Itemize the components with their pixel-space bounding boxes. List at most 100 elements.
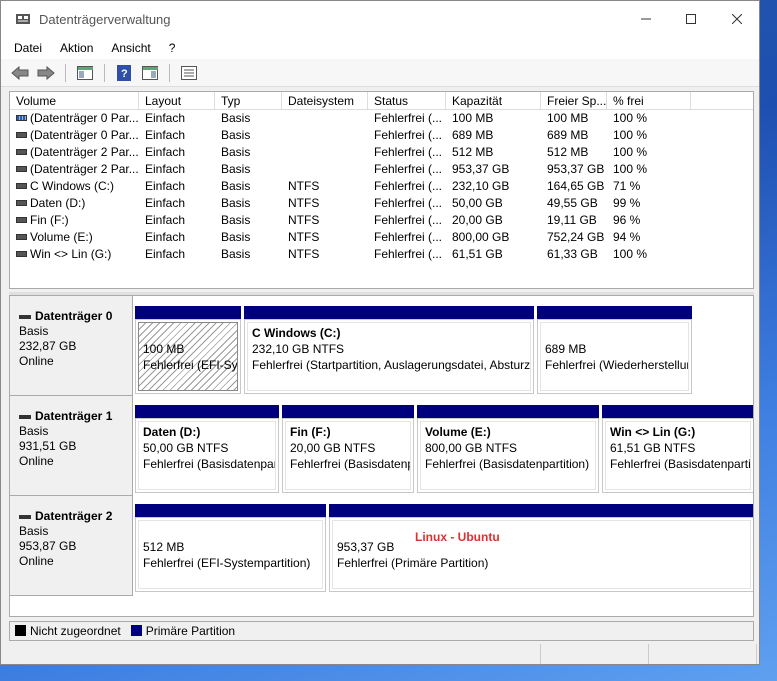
disk-label[interactable]: Datenträger 0 Basis 232,87 GB Online (10, 296, 133, 396)
table-row[interactable]: (Datenträger 0 Par... Einfach Basis Fehl… (10, 127, 753, 144)
disk-label[interactable]: Datenträger 2 Basis 953,87 GB Online (10, 496, 133, 596)
partition-block[interactable]: Volume (E:) 800,00 GB NTFS Fehlerfrei (B… (417, 405, 599, 493)
type-cell: Basis (221, 128, 251, 142)
view-button[interactable] (178, 62, 200, 84)
maximize-button[interactable] (668, 1, 714, 37)
table-row[interactable]: (Datenträger 2 Par... Einfach Basis Fehl… (10, 161, 753, 178)
volume-name: (Datenträger 2 Par... (30, 162, 139, 176)
free-space-cell: 953,37 GB (547, 162, 605, 176)
column-header-type[interactable]: Typ (215, 92, 282, 109)
partition-block[interactable]: 512 MB Fehlerfrei (EFI-Systempartition) (135, 504, 326, 592)
type-cell: Basis (221, 111, 251, 125)
column-header-percent-free[interactable]: % frei (607, 92, 691, 109)
status-cell: Fehlerfrei (... (374, 128, 443, 142)
forward-button[interactable] (35, 62, 57, 84)
partition-size: 20,00 GB NTFS (290, 441, 376, 455)
partition-block[interactable]: Daten (D:) 50,00 GB NTFS Fehlerfrei (Bas… (135, 405, 279, 493)
column-header-capacity[interactable]: Kapazität (446, 92, 541, 109)
type-cell: Basis (221, 247, 251, 261)
filesystem-cell: NTFS (288, 230, 320, 244)
filesystem-cell: NTFS (288, 213, 320, 227)
volume-icon (16, 200, 27, 206)
back-arrow-icon (11, 65, 29, 80)
partition-bar (244, 306, 534, 319)
properties-button[interactable] (139, 62, 161, 84)
capacity-cell: 689 MB (452, 128, 494, 142)
column-header-volume[interactable]: Volume (10, 92, 139, 109)
disk-icon (19, 514, 31, 519)
partition-name: Volume (E:) (425, 425, 491, 439)
free-space-cell: 752,24 GB (547, 230, 605, 244)
status-pane (649, 644, 757, 664)
table-row[interactable]: Volume (E:) Einfach Basis NTFS Fehlerfre… (10, 229, 753, 246)
partition-status: Fehlerfrei (Startpartition, Auslagerungs… (252, 358, 531, 372)
partition-size: 800,00 GB NTFS (425, 441, 518, 455)
menu-datei[interactable]: Datei (5, 41, 51, 55)
column-header-free-space[interactable]: Freier Sp... (541, 92, 607, 109)
layout-cell: Einfach (145, 145, 186, 159)
disk-size: 232,87 GB (19, 339, 77, 353)
table-row[interactable]: Win <> Lin (G:) Einfach Basis NTFS Fehle… (10, 246, 753, 263)
help-icon: ? (117, 64, 131, 81)
filesystem-cell: NTFS (288, 196, 320, 210)
minimize-icon (641, 18, 651, 20)
console-tree-button[interactable] (74, 62, 96, 84)
table-row[interactable]: Fin (F:) Einfach Basis NTFS Fehlerfrei (… (10, 212, 753, 229)
partition-status: Fehlerfrei (Wiederherstellungspartition) (545, 358, 688, 372)
volume-name: (Datenträger 0 Par... (30, 111, 139, 125)
partition-block[interactable]: 689 MB Fehlerfrei (Wiederherstellungspar… (537, 306, 692, 394)
help-button[interactable]: ? (113, 62, 135, 84)
table-row[interactable]: (Datenträger 0 Par... Einfach Basis Fehl… (10, 110, 753, 127)
menu-aktion[interactable]: Aktion (51, 41, 102, 55)
column-header-filesystem[interactable]: Dateisystem (282, 92, 368, 109)
column-header-status[interactable]: Status (368, 92, 446, 109)
disk-type: Basis (19, 424, 49, 438)
partition-size: 50,00 GB NTFS (143, 441, 229, 455)
partition-block[interactable]: C Windows (C:) 232,10 GB NTFS Fehlerfrei… (244, 306, 534, 394)
disk-row: Datenträger 0 Basis 232,87 GB Online 100… (10, 296, 753, 396)
partition-block[interactable]: 953,37 GB Fehlerfrei (Primäre Partition)… (329, 504, 753, 592)
partition-bar (329, 504, 753, 517)
free-space-cell: 689 MB (547, 128, 589, 142)
disk-name: Datenträger 2 (35, 509, 113, 523)
legend-swatch-blue (130, 625, 142, 636)
column-header-layout[interactable]: Layout (139, 92, 215, 109)
partition-block[interactable]: Fin (F:) 20,00 GB NTFS Fehlerfrei (Basis… (282, 405, 414, 493)
volume-icon (16, 183, 27, 189)
table-row[interactable]: Daten (D:) Einfach Basis NTFS Fehlerfrei… (10, 195, 753, 212)
capacity-cell: 100 MB (452, 111, 494, 125)
disk-label[interactable]: Datenträger 1 Basis 931,51 GB Online (10, 396, 133, 496)
table-row[interactable]: (Datenträger 2 Par... Einfach Basis Fehl… (10, 144, 753, 161)
partition-bar (135, 306, 241, 319)
status-cell: Fehlerfrei (... (374, 145, 443, 159)
layout-cell: Einfach (145, 111, 186, 125)
free-space-cell: 164,65 GB (547, 179, 605, 193)
partition-status: Fehlerfrei (Basisdatenpartition) (425, 457, 590, 471)
disk-icon (19, 414, 31, 419)
partition-size: 232,10 GB NTFS (252, 342, 345, 356)
disk-name: Datenträger 0 (35, 309, 113, 323)
partition-status: Fehlerfrei (EFI-Systempartition) (143, 556, 311, 570)
close-icon (732, 14, 742, 24)
partition-bar (417, 405, 599, 418)
title-bar[interactable]: Datenträgerverwaltung (1, 1, 759, 37)
status-pane (1, 644, 541, 664)
menu-ansicht[interactable]: Ansicht (102, 41, 159, 55)
volume-icon (16, 217, 27, 223)
back-button[interactable] (9, 62, 31, 84)
type-cell: Basis (221, 213, 251, 227)
partition-block[interactable]: Win <> Lin (G:) 61,51 GB NTFS Fehlerfrei… (602, 405, 753, 493)
close-button[interactable] (714, 1, 759, 37)
capacity-cell: 20,00 GB (452, 213, 503, 227)
partition-block[interactable]: 100 MB Fehlerfrei (EFI-Systempartition) (135, 306, 241, 394)
percent-free-cell: 71 % (613, 179, 641, 193)
minimize-button[interactable] (623, 1, 669, 37)
volume-name: Volume (E:) (30, 230, 93, 244)
capacity-cell: 800,00 GB (452, 230, 510, 244)
legend-swatch-black (15, 625, 26, 636)
svg-text:?: ? (121, 68, 128, 80)
menu-bar: Datei Aktion Ansicht ? (1, 37, 759, 59)
table-row[interactable]: C Windows (C:) Einfach Basis NTFS Fehler… (10, 178, 753, 195)
filesystem-cell (282, 127, 368, 144)
menu-help[interactable]: ? (160, 41, 185, 55)
